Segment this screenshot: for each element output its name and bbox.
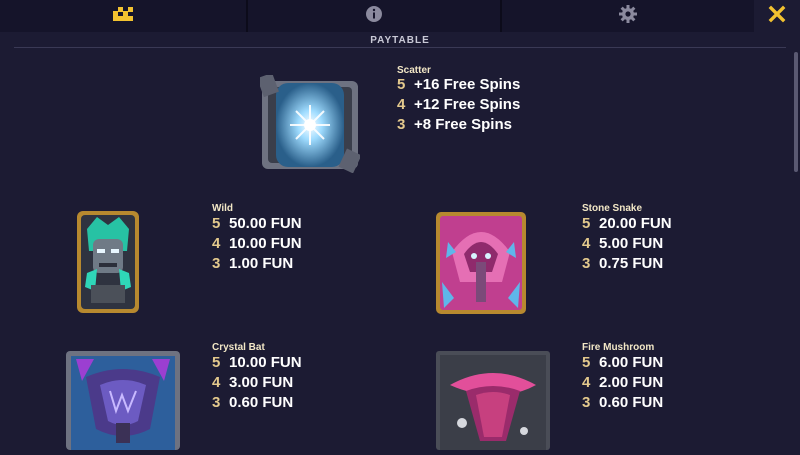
pay-row: 5 10.00 FUN [212, 353, 302, 373]
fire-mushroom-symbol-image [436, 351, 550, 450]
pay-value: 2.00 FUN [599, 374, 664, 391]
symbol-name: Crystal Bat [212, 342, 265, 353]
pay-row: 3 0.75 FUN [582, 254, 672, 274]
pay-count: 4 [582, 235, 591, 252]
symbol-name: Wild [212, 203, 234, 214]
crystal-bat-symbol-image [66, 351, 180, 450]
pay-count: 5 [582, 215, 591, 232]
pay-value: 3.00 FUN [229, 374, 294, 391]
tab-info[interactable] [248, 0, 502, 32]
pay-row: 5 20.00 FUN [582, 214, 672, 234]
pay-row: 4 2.00 FUN [582, 373, 663, 393]
pay-value: 6.00 FUN [599, 354, 664, 371]
crystal-bat-paytable: 5 10.00 FUN 4 3.00 FUN 3 0.60 FUN [212, 353, 302, 413]
pay-row: 3 0.60 FUN [582, 393, 663, 413]
symbol-name: Fire Mushroom [582, 342, 655, 353]
pay-count: 4 [397, 96, 406, 113]
pay-value: +8 Free Spins [414, 116, 512, 133]
stone-snake-symbol-image [436, 212, 526, 314]
pay-row: 5 50.00 FUN [212, 214, 302, 234]
pay-row: 4 +12 Free Spins [397, 95, 520, 115]
pay-value: 20.00 FUN [599, 215, 672, 232]
pay-value: 5.00 FUN [599, 235, 664, 252]
page-title: PAYTABLE [370, 35, 430, 46]
pay-count: 3 [582, 255, 591, 272]
scatter-symbol-image [257, 72, 362, 174]
pay-row: 5 6.00 FUN [582, 353, 663, 373]
divider [14, 47, 786, 48]
paytable-icon [113, 6, 133, 26]
pay-row: 3 1.00 FUN [212, 254, 302, 274]
stone-snake-paytable: 5 20.00 FUN 4 5.00 FUN 3 0.75 FUN [582, 214, 672, 274]
pay-row: 3 0.60 FUN [212, 393, 302, 413]
scatter-paytable: 5 +16 Free Spins 4 +12 Free Spins 3 +8 Free… [397, 75, 520, 135]
pay-value: 10.00 FUN [229, 235, 302, 252]
pay-value: 0.60 FUN [229, 394, 294, 411]
pay-value: +16 Free Spins [414, 76, 521, 93]
pay-row: 3 +8 Free Spins [397, 115, 520, 135]
close-icon [768, 5, 786, 28]
scrollbar[interactable] [794, 52, 798, 172]
pay-row: 4 10.00 FUN [212, 234, 302, 254]
pay-count: 3 [582, 394, 591, 411]
tab-bar [0, 0, 800, 32]
pay-count: 4 [582, 374, 591, 391]
info-icon [365, 5, 383, 28]
pay-value: 50.00 FUN [229, 215, 302, 232]
pay-count: 3 [212, 394, 221, 411]
pay-count: 5 [212, 354, 221, 371]
pay-count: 4 [212, 374, 221, 391]
pay-count: 3 [212, 255, 221, 272]
gear-icon [618, 4, 638, 29]
wild-paytable: 5 50.00 FUN 4 10.00 FUN 3 1.00 FUN [212, 214, 302, 274]
pay-value: +12 Free Spins [414, 96, 521, 113]
pay-value: 10.00 FUN [229, 354, 302, 371]
pay-row: 4 3.00 FUN [212, 373, 302, 393]
pay-count: 5 [582, 354, 591, 371]
wild-symbol-image [77, 211, 139, 313]
pay-count: 5 [397, 76, 406, 93]
fire-mushroom-paytable: 5 6.00 FUN 4 2.00 FUN 3 0.60 FUN [582, 353, 663, 413]
pay-value: 0.60 FUN [599, 394, 664, 411]
pay-count: 4 [212, 235, 221, 252]
tab-paytable[interactable] [0, 0, 248, 32]
pay-row: 4 5.00 FUN [582, 234, 672, 254]
pay-value: 1.00 FUN [229, 255, 294, 272]
tab-settings[interactable] [502, 0, 754, 32]
close-button[interactable] [754, 0, 800, 32]
pay-count: 5 [212, 215, 221, 232]
pay-row: 5 +16 Free Spins [397, 75, 520, 95]
pay-count: 3 [397, 116, 406, 133]
pay-value: 0.75 FUN [599, 255, 664, 272]
symbol-name: Stone Snake [582, 203, 643, 214]
